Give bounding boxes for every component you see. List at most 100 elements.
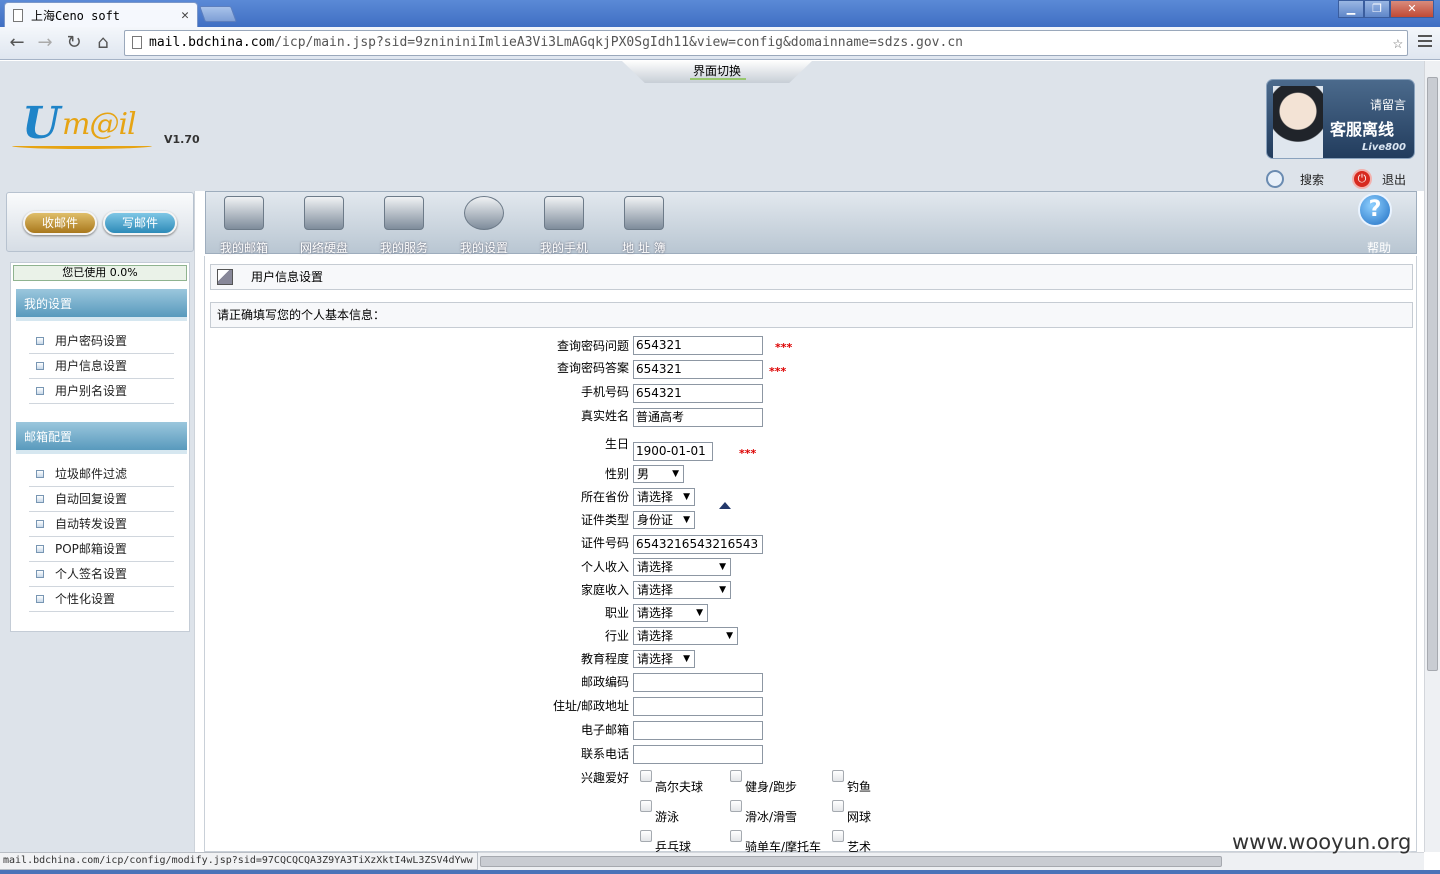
label-mobile: 手机号码	[580, 385, 629, 399]
search-link[interactable]: 搜索	[1300, 171, 1324, 188]
logout-link[interactable]: 退出	[1382, 171, 1406, 188]
reload-icon[interactable]: ↻	[63, 32, 85, 53]
version-label: V1.70	[164, 133, 200, 146]
power-icon[interactable]: ⏻	[1352, 169, 1373, 189]
sidebar-item-spam-filter[interactable]: 垃圾邮件过滤	[29, 462, 174, 487]
real-name-input[interactable]: 普通高考	[633, 408, 763, 427]
switch-ui-button[interactable]: 界面切换	[622, 61, 812, 83]
status-bar: mail.bdchina.com/icp/config/modify.jsp?s…	[0, 852, 478, 870]
new-tab-button[interactable]	[199, 6, 237, 22]
browser-toolbar: ← → ↻ ⌂ mail.bdchina.com/icp/main.jsp?si…	[0, 27, 1440, 60]
family-income-select[interactable]: 请选择 ▼	[633, 581, 731, 599]
industry-select[interactable]: 请选择 ▼	[633, 627, 738, 645]
pwd-answer-input[interactable]: 654321	[633, 360, 763, 379]
form-instruction: 请正确填写您的个人基本信息：	[210, 302, 1413, 328]
compose-mail-button[interactable]: 写邮件	[103, 211, 177, 235]
nav-my-phone[interactable]: 我的手机	[526, 192, 602, 255]
zipcode-input[interactable]	[633, 673, 763, 692]
hobby-checkbox-golf[interactable]	[640, 770, 652, 782]
birthday-input[interactable]: 1900-01-01	[633, 442, 713, 461]
hobby-checkbox-pingpong[interactable]	[640, 830, 652, 842]
left-sidebar: 收邮件 写邮件 您已使用 0.0% 我的设置 用户密码设置 用户信息设置 用户别…	[0, 191, 200, 852]
page-icon	[132, 36, 142, 49]
help-icon: ?	[1358, 193, 1392, 227]
education-select[interactable]: 请选择 ▼	[633, 650, 695, 668]
sidebar-item-password[interactable]: 用户密码设置	[29, 329, 174, 354]
label-family-income: 家庭收入	[580, 583, 629, 597]
scroll-thumb[interactable]	[480, 856, 1222, 867]
umail-logo: U m@il	[12, 99, 152, 151]
search-icon[interactable]	[1266, 170, 1284, 188]
hobby-label: 健身/跑步	[745, 780, 798, 794]
nav-my-mailbox[interactable]: 我的邮箱	[206, 192, 282, 255]
bullet-icon	[36, 337, 44, 345]
home-icon[interactable]: ⌂	[92, 32, 114, 53]
nav-network-disk[interactable]: 网络硬盘	[286, 192, 362, 255]
horizontal-scrollbar[interactable]	[478, 852, 1424, 870]
hobby-checkbox-art[interactable]	[832, 830, 844, 842]
gear-icon	[464, 196, 504, 230]
sidebar-item-signature[interactable]: 个人签名设置	[29, 562, 174, 587]
label-industry: 行业	[604, 629, 629, 643]
receive-mail-button[interactable]: 收邮件	[23, 211, 97, 235]
sidebar-item-auto-reply[interactable]: 自动回复设置	[29, 487, 174, 512]
section-my-settings[interactable]: 我的设置	[13, 289, 187, 321]
sidebar-item-alias[interactable]: 用户别名设置	[29, 379, 174, 404]
sidebar-item-pop[interactable]: POP邮箱设置	[29, 537, 174, 562]
label-phone: 联系电话	[580, 747, 629, 761]
section-mailbox-config[interactable]: 邮箱配置	[13, 422, 187, 454]
address-bar[interactable]: mail.bdchina.com/icp/main.jsp?sid=9znini…	[124, 30, 1408, 56]
hobby-checkbox-swimming[interactable]	[640, 800, 652, 812]
sidebar-item-user-info[interactable]: 用户信息设置	[29, 354, 174, 379]
label-email: 电子邮箱	[580, 723, 629, 737]
chevron-down-icon: ▼	[719, 562, 726, 572]
sidebar-item-personalize[interactable]: 个性化设置	[29, 587, 174, 612]
sidebar-item-auto-forward[interactable]: 自动转发设置	[29, 512, 174, 537]
support-offline-text: 客服离线	[1329, 120, 1394, 139]
bullet-icon	[36, 545, 44, 553]
label-province: 所在省份	[580, 490, 629, 504]
tab-strip: 上海Ceno soft ✕ ▁ ❐ ✕	[0, 0, 1440, 27]
label-education: 教育程度	[580, 652, 629, 666]
nav-my-services[interactable]: 我的服务	[366, 192, 442, 255]
sidebar-splitter[interactable]	[194, 191, 204, 852]
pwd-question-input[interactable]: 654321	[633, 336, 763, 355]
province-select[interactable]: 请选择 ▼	[633, 488, 695, 506]
email-input[interactable]	[633, 721, 763, 740]
menu-icon[interactable]	[1418, 35, 1432, 50]
hobby-checkbox-skating[interactable]	[730, 800, 742, 812]
mobile-input[interactable]: 654321	[633, 384, 763, 403]
chevron-down-icon: ▼	[696, 608, 703, 618]
minimize-icon[interactable]: ▁	[1338, 0, 1364, 18]
bookmark-star-icon[interactable]: ☆	[1393, 31, 1403, 55]
close-window-icon[interactable]: ✕	[1390, 0, 1434, 18]
id-type-select[interactable]: 身份证 ▼	[633, 511, 695, 529]
income-select[interactable]: 请选择 ▼	[633, 558, 731, 576]
hobby-checkbox-fitness[interactable]	[730, 770, 742, 782]
bullet-icon	[36, 387, 44, 395]
restore-icon[interactable]: ❐	[1364, 0, 1390, 18]
hobby-checkbox-tennis[interactable]	[832, 800, 844, 812]
help-button[interactable]: ? 帮助	[1356, 192, 1402, 255]
nav-address-book[interactable]: 地 址 簿	[606, 192, 682, 255]
gender-select[interactable]: 男 ▼	[633, 465, 684, 483]
job-select[interactable]: 请选择 ▼	[633, 604, 708, 622]
browser-tab[interactable]: 上海Ceno soft ✕	[4, 2, 198, 27]
back-icon[interactable]: ←	[6, 32, 28, 53]
hobby-checkbox-fishing[interactable]	[832, 770, 844, 782]
scroll-thumb[interactable]	[1427, 77, 1438, 671]
address-input[interactable]	[633, 697, 763, 716]
hobby-checkbox-cycling[interactable]	[730, 830, 742, 842]
live800-support-banner[interactable]: 请留言 客服离线 Live800	[1266, 79, 1415, 159]
chevron-down-icon: ▼	[726, 631, 733, 641]
forward-icon[interactable]: →	[34, 32, 56, 53]
date-picker-icon[interactable]	[719, 502, 731, 509]
id-number-input[interactable]: 6543216543216543	[633, 535, 763, 554]
disk-icon	[304, 196, 344, 230]
vertical-scrollbar[interactable]	[1424, 61, 1440, 852]
window-controls: ▁ ❐ ✕	[1338, 0, 1434, 18]
phone-input[interactable]	[633, 745, 763, 764]
bullet-icon	[36, 362, 44, 370]
close-tab-icon[interactable]: ✕	[181, 8, 189, 23]
nav-my-settings[interactable]: 我的设置	[446, 192, 522, 255]
